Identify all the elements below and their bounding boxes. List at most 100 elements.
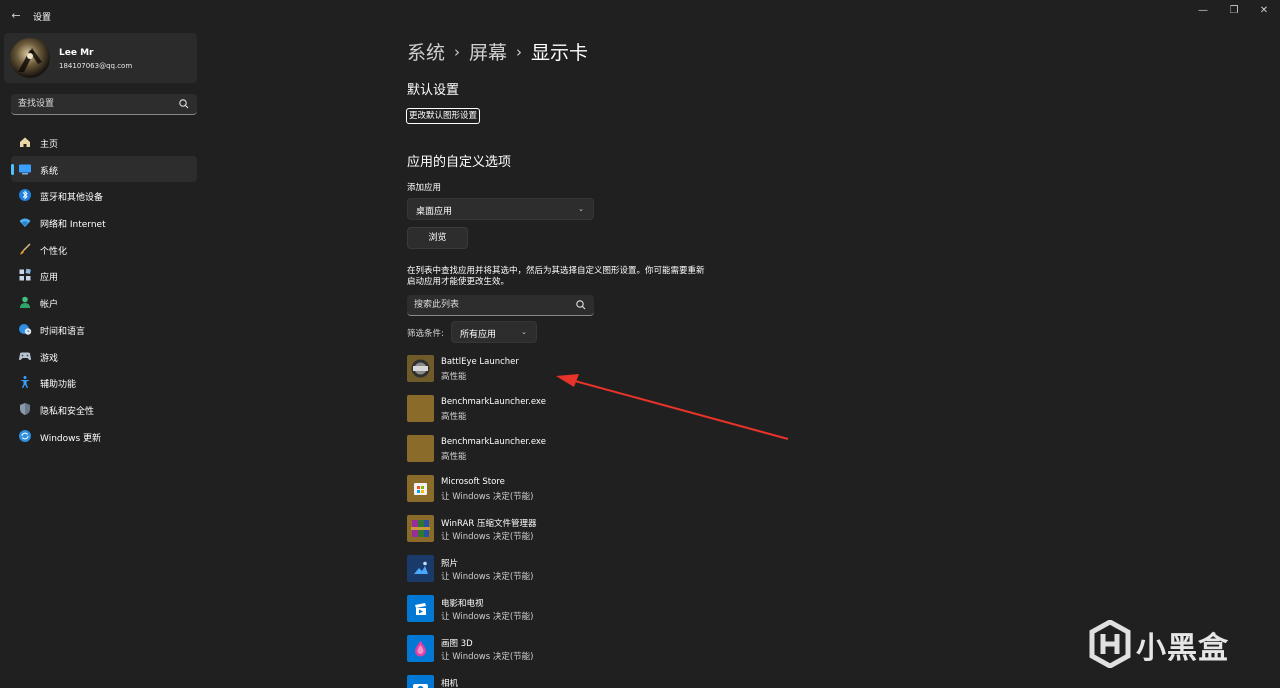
breadcrumb: 系统 › 屏幕 › 显示卡 — [407, 38, 588, 65]
list-item[interactable]: 电影和电视 让 Windows 决定(节能) — [407, 595, 727, 635]
shield-icon — [20, 402, 30, 415]
minimize-icon[interactable]: — — [1190, 4, 1216, 18]
sidebar-item-label: 时间和语言 — [40, 326, 86, 337]
app-gpu-preference: 让 Windows 决定(节能) — [441, 652, 534, 662]
search-icon[interactable] — [178, 98, 190, 110]
browse-button[interactable]: 浏览 — [407, 227, 468, 249]
page-title: 显示卡 — [531, 42, 589, 64]
add-app-label: 添加应用 — [407, 183, 442, 193]
app-name: BenchmarkLauncher.exe — [441, 397, 546, 407]
chevron-down-icon: ⌄ — [578, 205, 584, 213]
app-list-search-box[interactable] — [407, 295, 594, 316]
app-list: BattlEye Launcher 高性能 BenchmarkLauncher.… — [407, 355, 727, 688]
accessibility-icon — [20, 376, 30, 389]
app-name: 电影和电视 — [441, 599, 484, 609]
movies-icon — [407, 595, 434, 622]
app-list-description: 在列表中查找应用并将其选中，然后为其选择自定义图形设置。你可能需要重新启动应用才… — [407, 266, 705, 287]
sidebar-item-label: 主页 — [40, 140, 59, 150]
list-item[interactable]: 照片 让 Windows 决定(节能) — [407, 555, 727, 595]
sidebar-item-bluetooth[interactable]: 蓝牙和其他设备 — [11, 182, 197, 209]
filter-value: 所有应用 — [460, 330, 497, 340]
custom-options-heading: 应用的自定义选项 — [407, 155, 512, 170]
person-icon — [20, 296, 30, 309]
user-email: 184107063@qq.com — [59, 62, 133, 70]
sidebar-item-label: 蓝牙和其他设备 — [40, 193, 104, 204]
app-list-search-input[interactable] — [414, 298, 564, 312]
sidebar-nav: 主页 系统 蓝牙和其他设备 网络和 Internet 个性化 应用 帐户 时间和… — [11, 129, 197, 449]
list-item[interactable]: Microsoft Store 让 Windows 决定(节能) — [407, 475, 727, 515]
list-item[interactable]: BattlEye Launcher 高性能 — [407, 355, 727, 395]
watermark: 小黑盒 — [1088, 618, 1248, 670]
app-gpu-preference: 高性能 — [441, 372, 467, 382]
wifi-icon — [19, 218, 31, 228]
app-name: Microsoft Store — [441, 477, 505, 487]
battleye-icon — [407, 355, 434, 382]
filter-label: 筛选条件: — [407, 329, 444, 339]
sidebar-item-network[interactable]: 网络和 Internet — [11, 209, 197, 236]
restore-icon[interactable]: ❐ — [1221, 4, 1247, 18]
title-bar: ← 设置 — ❐ ✕ — [0, 0, 1280, 32]
sidebar-item-gaming[interactable]: 游戏 — [11, 343, 197, 370]
app-type-dropdown[interactable]: 桌面应用 ⌄ — [407, 198, 594, 220]
sidebar-item-label: Windows 更新 — [40, 433, 102, 444]
search-icon[interactable] — [575, 299, 587, 311]
brush-icon — [20, 243, 31, 255]
sidebar-item-privacy[interactable]: 隐私和安全性 — [11, 396, 197, 423]
settings-search-input[interactable] — [18, 97, 168, 111]
profile-card[interactable]: Lee Mr 184107063@qq.com — [4, 33, 197, 83]
gamepad-icon — [19, 352, 31, 360]
avatar — [10, 38, 50, 78]
sidebar-item-apps[interactable]: 应用 — [11, 262, 197, 289]
sidebar-item-accessibility[interactable]: 辅助功能 — [11, 369, 197, 396]
app-name: WinRAR 压缩文件管理器 — [441, 519, 537, 529]
breadcrumb-item-display[interactable]: 屏幕 — [469, 42, 507, 64]
sidebar-item-accounts[interactable]: 帐户 — [11, 289, 197, 316]
camera-icon — [407, 675, 434, 688]
bluetooth-icon — [19, 189, 31, 202]
sidebar-item-label: 辅助功能 — [40, 380, 77, 391]
breadcrumb-item-system[interactable]: 系统 — [407, 42, 445, 64]
app-gpu-preference: 高性能 — [441, 452, 467, 462]
sidebar-item-windows-update[interactable]: Windows 更新 — [11, 423, 197, 450]
sidebar-item-label: 个性化 — [40, 246, 68, 257]
filter-dropdown[interactable]: 所有应用 ⌄ — [451, 321, 537, 343]
list-item[interactable]: 画图 3D 让 Windows 决定(节能) — [407, 635, 727, 675]
app-name: 相机 — [441, 679, 459, 688]
app-gpu-preference: 高性能 — [441, 412, 467, 422]
home-icon — [20, 137, 30, 147]
sidebar-item-label: 帐户 — [40, 300, 59, 311]
breadcrumb-separator: › — [516, 43, 523, 61]
sidebar-item-label: 网络和 Internet — [40, 220, 106, 231]
generic-app-icon — [407, 435, 434, 462]
app-name: BattlEye Launcher — [441, 357, 519, 367]
watermark-text: 小黑盒 — [1136, 631, 1229, 666]
breadcrumb-separator: › — [454, 43, 461, 61]
sidebar-item-system[interactable]: 系统 — [11, 155, 197, 183]
back-arrow-icon[interactable]: ← — [8, 8, 24, 24]
list-item[interactable]: WinRAR 压缩文件管理器 让 Windows 决定(节能) — [407, 515, 727, 555]
xiaoheihe-logo-icon — [1089, 620, 1131, 668]
chevron-down-icon: ⌄ — [521, 328, 527, 336]
app-gpu-preference: 让 Windows 决定(节能) — [441, 572, 534, 582]
sidebar-item-label: 应用 — [40, 273, 59, 284]
paint3d-icon — [407, 635, 434, 662]
app-name: 照片 — [441, 559, 459, 569]
store-icon — [407, 475, 434, 502]
settings-search-box[interactable] — [11, 94, 197, 115]
close-icon[interactable]: ✕ — [1251, 4, 1277, 18]
sidebar-item-label: 隐私和安全性 — [40, 406, 95, 417]
app-gpu-preference: 让 Windows 决定(节能) — [441, 492, 534, 502]
list-item[interactable]: BenchmarkLauncher.exe 高性能 — [407, 395, 727, 435]
photos-icon — [407, 555, 434, 582]
sidebar-item-home[interactable]: 主页 — [11, 129, 197, 156]
default-settings-heading: 默认设置 — [407, 83, 460, 98]
system-icon — [19, 164, 31, 175]
sidebar-item-time-language[interactable]: 时间和语言 — [11, 316, 197, 343]
list-item[interactable]: 相机 — [407, 675, 727, 688]
globe-clock-icon — [19, 323, 32, 335]
list-item[interactable]: BenchmarkLauncher.exe 高性能 — [407, 435, 727, 475]
sidebar-item-label: 系统 — [40, 166, 59, 177]
app-name: 画图 3D — [441, 639, 473, 649]
change-default-graphics-link[interactable]: 更改默认图形设置 — [406, 108, 481, 124]
sidebar-item-personalization[interactable]: 个性化 — [11, 236, 197, 263]
